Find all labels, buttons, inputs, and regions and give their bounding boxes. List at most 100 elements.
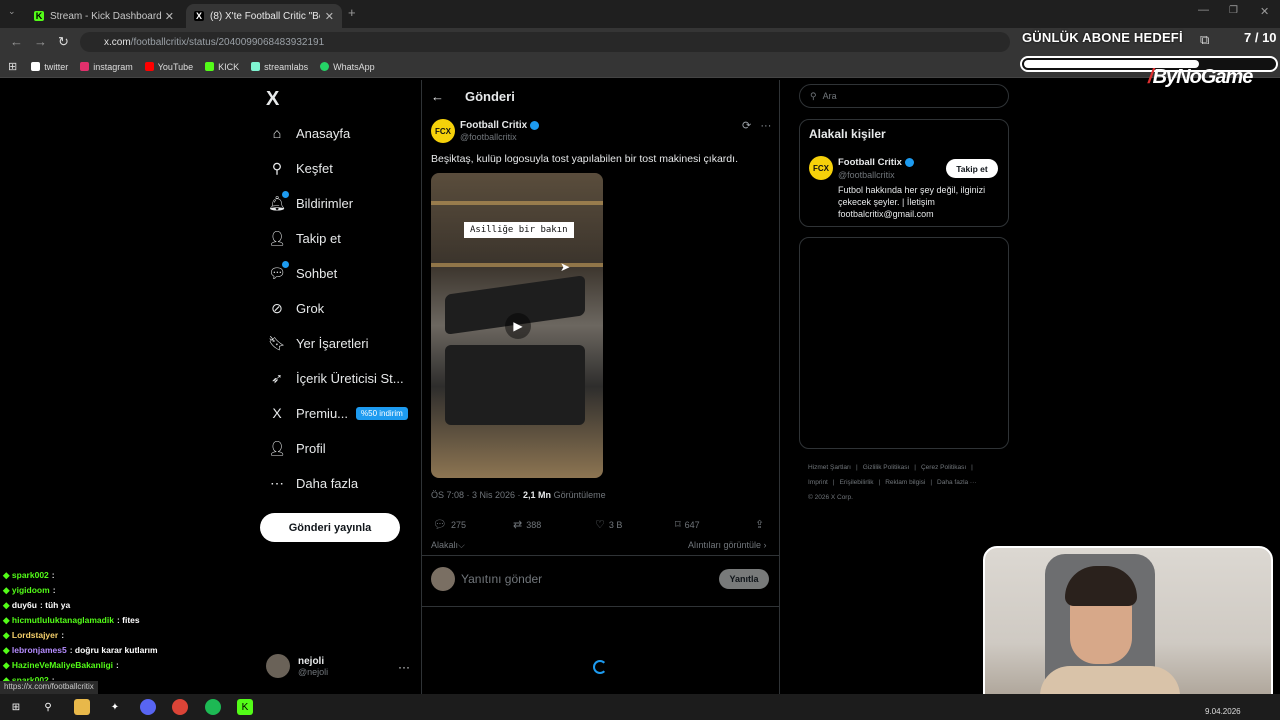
bookmark-action[interactable]: ⌑ 647 bbox=[675, 518, 700, 531]
back-arrow-icon[interactable]: ← bbox=[431, 89, 444, 104]
sidebar-item-chat[interactable]: 💬︎ Sohbet bbox=[268, 258, 337, 288]
brand-logo: /ByNoGame bbox=[1148, 66, 1253, 88]
x-premium-icon: X bbox=[272, 405, 282, 421]
related-dropdown[interactable]: Alakalı⌵ bbox=[431, 540, 465, 551]
person-name[interactable]: Football Critix bbox=[838, 157, 914, 168]
bookmark-icon: ⌑ bbox=[675, 519, 681, 531]
sidebar-item-bell[interactable]: 🔔︎ Bildirimler bbox=[268, 188, 353, 218]
kick-app-icon[interactable]: K bbox=[237, 699, 253, 715]
close-tab-icon[interactable]: ✕ bbox=[325, 10, 334, 23]
forward-icon[interactable]: → bbox=[34, 34, 47, 49]
app-icon[interactable]: ✦ bbox=[107, 699, 123, 715]
discord-icon[interactable] bbox=[140, 699, 156, 715]
verified-badge-icon bbox=[904, 157, 914, 167]
sidebar-item-more-circle[interactable]: ⋯ Daha fazla bbox=[268, 468, 358, 498]
sidebar-item-rocket[interactable]: ➶ İçerik Üreticisi St... bbox=[268, 363, 404, 393]
new-tab-button[interactable]: + bbox=[348, 5, 356, 20]
more-icon[interactable]: ··· bbox=[760, 120, 771, 132]
search-icon[interactable]: ⚲ bbox=[40, 699, 56, 715]
tab-search-chevron-icon[interactable]: ⌄ bbox=[8, 6, 16, 17]
chat-username: spark002 bbox=[11, 570, 49, 580]
tab-x-post[interactable]: X (8) X'te Football Critic "Beşiktaş ✕ bbox=[186, 4, 342, 28]
author-avatar[interactable]: FCX bbox=[431, 119, 455, 143]
close-tab-icon[interactable]: ✕ bbox=[165, 10, 174, 23]
reply-action[interactable]: 💬︎ 275 bbox=[433, 518, 466, 531]
bookmark-streamlabs[interactable]: streamlabs bbox=[251, 62, 308, 72]
bookmark-kick[interactable]: KICK bbox=[205, 62, 239, 72]
extensions-icon[interactable]: ⧉ bbox=[1200, 32, 1209, 48]
share-action[interactable]: ⇪ bbox=[755, 518, 768, 531]
account-more-icon[interactable]: ··· bbox=[398, 660, 410, 674]
person-handle[interactable]: @footballcritix bbox=[838, 170, 895, 180]
subscriber-goal-count: 7 / 10 bbox=[1244, 30, 1277, 45]
footer-link[interactable]: Hizmet Şartları bbox=[808, 464, 851, 471]
author-handle[interactable]: @footballcritix bbox=[460, 132, 517, 142]
kick-icon bbox=[205, 62, 215, 71]
search-input[interactable]: ⚲ Ara bbox=[799, 84, 1009, 108]
footer-link[interactable]: Çerez Politikası bbox=[921, 464, 966, 471]
sidebar-item-profile[interactable]: 👤︎ Profil bbox=[268, 433, 326, 463]
tab-kick-dashboard[interactable]: K Stream - Kick Dashboard ✕ bbox=[26, 4, 182, 28]
chrome-icon[interactable] bbox=[172, 699, 188, 715]
file-explorer-icon[interactable] bbox=[74, 699, 90, 715]
sidebar-item-x-premium[interactable]: X Premiu... %50 indirim bbox=[268, 398, 408, 428]
spotify-icon[interactable] bbox=[205, 699, 221, 715]
bookmark-twitter[interactable]: twitter bbox=[31, 62, 68, 72]
sidebar-item-follow[interactable]: 👤︎ Takip et bbox=[268, 223, 341, 253]
sidebar-item-home[interactable]: ⌂ Anasayfa bbox=[268, 118, 350, 148]
sidebar-item-label: Premiu... bbox=[296, 405, 349, 421]
footer-link[interactable]: Reklam bilgisi bbox=[885, 479, 925, 486]
play-icon[interactable]: ▶ bbox=[505, 313, 531, 339]
webcam-overlay bbox=[983, 546, 1273, 708]
bookmark-whatsapp[interactable]: WhatsApp bbox=[320, 62, 375, 72]
apps-grid-icon[interactable]: ⊞ bbox=[8, 60, 17, 73]
repost-action[interactable]: ⇄ 388 bbox=[513, 518, 541, 531]
back-icon[interactable]: ← bbox=[10, 34, 23, 49]
footer-link[interactable]: Imprint bbox=[808, 479, 828, 486]
footer-link[interactable]: Gizlilik Politikası bbox=[863, 464, 910, 471]
sidebar-item-grok[interactable]: ⊘ Grok bbox=[268, 293, 324, 323]
like-action[interactable]: ♡ 3 B bbox=[595, 518, 622, 531]
bookmark-youtube[interactable]: YouTube bbox=[144, 62, 193, 72]
streamlabs-icon bbox=[251, 62, 261, 71]
page-title: Gönderi bbox=[465, 89, 515, 104]
minimize-icon[interactable]: — bbox=[1198, 4, 1209, 16]
reload-icon[interactable]: ↻ bbox=[58, 34, 69, 50]
chat-text: tüh ya bbox=[45, 600, 71, 610]
address-bar[interactable]: x.com/footballcritix/status/204009906848… bbox=[80, 32, 1010, 52]
follow-button[interactable]: Takip et bbox=[946, 159, 998, 178]
footer-link[interactable]: © 2026 X Corp. bbox=[808, 494, 853, 501]
x-logo[interactable]: X bbox=[266, 88, 279, 111]
post-button[interactable]: Gönderi yayınla bbox=[260, 513, 400, 542]
url-path: /footballcritix/status/20400990684839321… bbox=[130, 36, 325, 48]
windows-start-icon[interactable]: ⊞ bbox=[8, 699, 24, 715]
close-window-icon[interactable]: ✕ bbox=[1260, 5, 1269, 18]
chat-text: fites bbox=[122, 615, 140, 625]
restore-icon[interactable]: ❐ bbox=[1229, 5, 1238, 16]
person-avatar[interactable]: FCX bbox=[809, 156, 833, 180]
footer-link[interactable]: Daha fazla ··· bbox=[937, 479, 976, 486]
chat-username: duy6u bbox=[11, 600, 37, 610]
taskbar-date: 9.04.2026 bbox=[1205, 707, 1241, 716]
chat-message: ◆ lebronjames5: doğru karar kutlarım bbox=[3, 643, 253, 658]
shelf-decor bbox=[431, 263, 603, 267]
post-actions: 💬︎ 275 ⇄ 388 ♡ 3 B ⌑ 647 ⇪ bbox=[431, 518, 769, 534]
grok-icon[interactable]: ⟳ bbox=[742, 120, 751, 132]
author-name[interactable]: Football Critix bbox=[460, 120, 540, 131]
bookmark-instagram[interactable]: instagram bbox=[80, 62, 133, 72]
discount-badge: %50 indirim bbox=[356, 406, 408, 420]
repost-icon: ⇄ bbox=[513, 519, 523, 531]
account-switcher[interactable]: nejoli @nejoli bbox=[266, 654, 328, 678]
grok-icon: ⊘ bbox=[271, 299, 283, 316]
video-caption: Asilliğe bir bakın bbox=[464, 222, 574, 238]
view-quotes-link[interactable]: Alıntıları görüntüle › bbox=[688, 540, 767, 550]
chat-badge-icon: ◆ bbox=[3, 660, 12, 670]
chat-colon: : bbox=[116, 660, 119, 670]
chat-message: ◆ hicmutluluktanaglamadik: fites bbox=[3, 613, 253, 628]
x-icon bbox=[31, 62, 41, 71]
reply-button[interactable]: Yanıtla bbox=[719, 569, 769, 589]
footer-link[interactable]: Erişilebilirlik bbox=[840, 479, 874, 486]
reply-input[interactable]: Yanıtını gönder bbox=[461, 572, 542, 586]
sidebar-item-search[interactable]: ⚲ Keşfet bbox=[268, 153, 333, 183]
sidebar-item-bookmark[interactable]: 🔖︎ Yer İşaretleri bbox=[268, 328, 368, 358]
